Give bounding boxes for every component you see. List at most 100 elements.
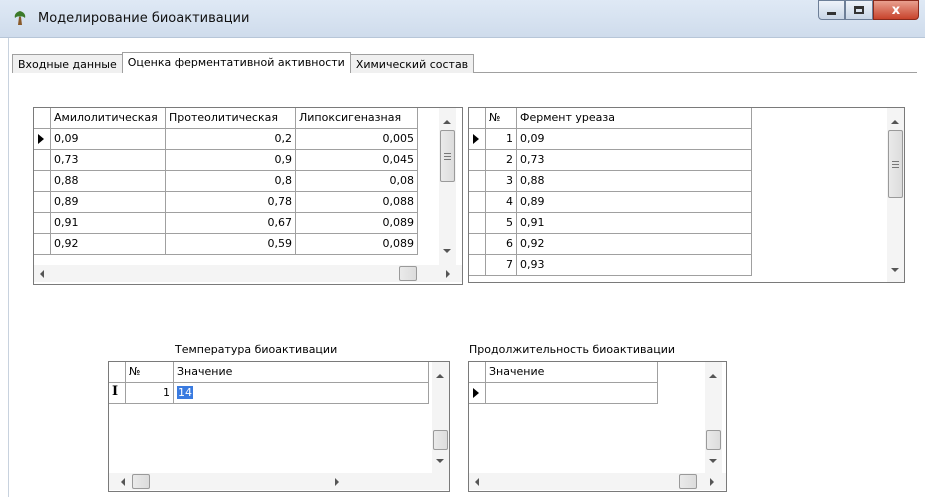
scroll-up-icon[interactable]	[443, 120, 451, 124]
row-indicator[interactable]	[34, 171, 51, 192]
table-cell[interactable]: 0,73	[51, 150, 166, 171]
scroll-up-icon[interactable]	[436, 374, 444, 378]
row-indicator[interactable]	[469, 129, 486, 150]
row-indicator[interactable]	[34, 150, 51, 171]
scroll-right-icon[interactable]	[335, 478, 339, 486]
urease-grid[interactable]: № Фермент уреаза 1 0,09 2 0,73 3 0,88 4 …	[468, 107, 905, 283]
scroll-thumb[interactable]	[132, 474, 150, 489]
tab-enzyme-activity[interactable]: Оценка ферментативной активности	[121, 52, 351, 73]
table-cell[interactable]: 0,73	[517, 150, 752, 171]
table-cell[interactable]: 0,09	[51, 129, 166, 150]
table-cell[interactable]: 0,045	[296, 150, 418, 171]
temperature-value-input[interactable]: 14	[174, 383, 429, 404]
table-cell[interactable]: 0,089	[296, 234, 418, 255]
vertical-scrollbar[interactable]	[887, 108, 904, 282]
row-indicator[interactable]	[469, 383, 486, 404]
table-cell[interactable]: 0,78	[166, 192, 296, 213]
vertical-scrollbar[interactable]	[439, 108, 456, 265]
selected-text[interactable]: 14	[177, 386, 193, 399]
scroll-thumb[interactable]	[888, 130, 903, 198]
tab-input-data[interactable]: Входные данные	[12, 54, 123, 73]
row-indicator[interactable]	[469, 255, 486, 276]
row-indicator[interactable]	[469, 213, 486, 234]
row-indicator[interactable]	[34, 192, 51, 213]
tab-chemical-composition[interactable]: Химический состав	[349, 54, 475, 73]
vertical-scrollbar[interactable]	[705, 362, 722, 473]
duration-grid[interactable]: Значение	[468, 361, 727, 492]
column-header-value[interactable]: Значение	[174, 362, 429, 383]
table-cell[interactable]: 0,08	[296, 171, 418, 192]
scroll-down-icon[interactable]	[709, 459, 717, 463]
table-cell[interactable]: 0,89	[51, 192, 166, 213]
row-indicator[interactable]	[34, 234, 51, 255]
scroll-thumb[interactable]	[706, 430, 721, 450]
column-header-number[interactable]: №	[486, 108, 517, 129]
table-cell[interactable]: 0,59	[166, 234, 296, 255]
table-cell[interactable]: 0,92	[517, 234, 752, 255]
row-indicator[interactable]	[469, 192, 486, 213]
row-indicator[interactable]	[469, 150, 486, 171]
row-indicator[interactable]	[34, 129, 51, 150]
maximize-button[interactable]	[845, 0, 873, 20]
temperature-grid[interactable]: № Значение I 1 14	[108, 361, 450, 492]
column-header-urease[interactable]: Фермент уреаза	[517, 108, 752, 129]
row-indicator[interactable]	[469, 171, 486, 192]
table-cell[interactable]: 0,089	[296, 213, 418, 234]
vertical-scrollbar[interactable]	[432, 362, 449, 473]
table-cell[interactable]: 0,88	[517, 171, 752, 192]
table-cell[interactable]: 0,91	[51, 213, 166, 234]
table-cell[interactable]: 0,89	[517, 192, 752, 213]
table-cell[interactable]: 0,09	[517, 129, 752, 150]
header-indicator	[469, 362, 486, 383]
row-indicator[interactable]: I	[109, 383, 126, 404]
scroll-down-icon[interactable]	[443, 249, 451, 253]
table-cell[interactable]: 4	[486, 192, 517, 213]
table-cell[interactable]: 0,91	[517, 213, 752, 234]
row-indicator[interactable]	[469, 234, 486, 255]
table-cell[interactable]: 0,92	[51, 234, 166, 255]
table-cell[interactable]: 0,9	[166, 150, 296, 171]
column-header-amylolytic[interactable]: Амилолитическая	[51, 108, 166, 129]
scroll-left-icon[interactable]	[40, 270, 44, 278]
scroll-left-icon[interactable]	[121, 478, 125, 486]
table-cell[interactable]: 0,005	[296, 129, 418, 150]
scroll-down-icon[interactable]	[436, 459, 444, 463]
table-cell[interactable]: 1	[486, 129, 517, 150]
column-header-number[interactable]: №	[126, 362, 174, 383]
table-cell[interactable]: 3	[486, 171, 517, 192]
table-cell[interactable]: 0,8	[166, 171, 296, 192]
close-button[interactable]: x	[873, 0, 919, 20]
maximize-icon	[854, 6, 864, 14]
table-cell[interactable]: 5	[486, 213, 517, 234]
column-header-lipoxygenase[interactable]: Липоксигеназная	[296, 108, 418, 129]
scroll-up-icon[interactable]	[709, 374, 717, 378]
scroll-thumb[interactable]	[399, 266, 417, 281]
scroll-down-icon[interactable]	[891, 268, 899, 272]
duration-value-input[interactable]	[486, 383, 658, 404]
scroll-thumb[interactable]	[440, 130, 455, 182]
activity-grid[interactable]: Амилолитическая Протеолитическая Липокси…	[33, 107, 463, 285]
scroll-thumb[interactable]	[679, 474, 697, 489]
column-header-value[interactable]: Значение	[486, 362, 658, 383]
table-cell[interactable]: 0,2	[166, 129, 296, 150]
horizontal-scrollbar[interactable]	[109, 473, 449, 490]
row-indicator[interactable]	[34, 213, 51, 234]
table-cell[interactable]: 2	[486, 150, 517, 171]
horizontal-scrollbar[interactable]	[34, 265, 462, 282]
scroll-thumb[interactable]	[433, 430, 448, 450]
scroll-left-icon[interactable]	[475, 478, 479, 486]
scroll-up-icon[interactable]	[891, 120, 899, 124]
table-cell[interactable]: 0,088	[296, 192, 418, 213]
table-cell[interactable]: 0,88	[51, 171, 166, 192]
horizontal-scrollbar[interactable]	[469, 473, 726, 490]
table-cell[interactable]: 6	[486, 234, 517, 255]
minimize-button[interactable]	[818, 0, 845, 20]
table-cell[interactable]: 7	[486, 255, 517, 276]
column-header-proteolytic[interactable]: Протеолитическая	[166, 108, 296, 129]
table-cell[interactable]: 0,93	[517, 255, 752, 276]
table-cell[interactable]: 0,67	[166, 213, 296, 234]
table-cell[interactable]: 1	[126, 383, 174, 404]
duration-caption: Продолжительность биоактивации	[469, 343, 676, 356]
scroll-right-icon[interactable]	[446, 270, 450, 278]
scroll-right-icon[interactable]	[710, 478, 714, 486]
